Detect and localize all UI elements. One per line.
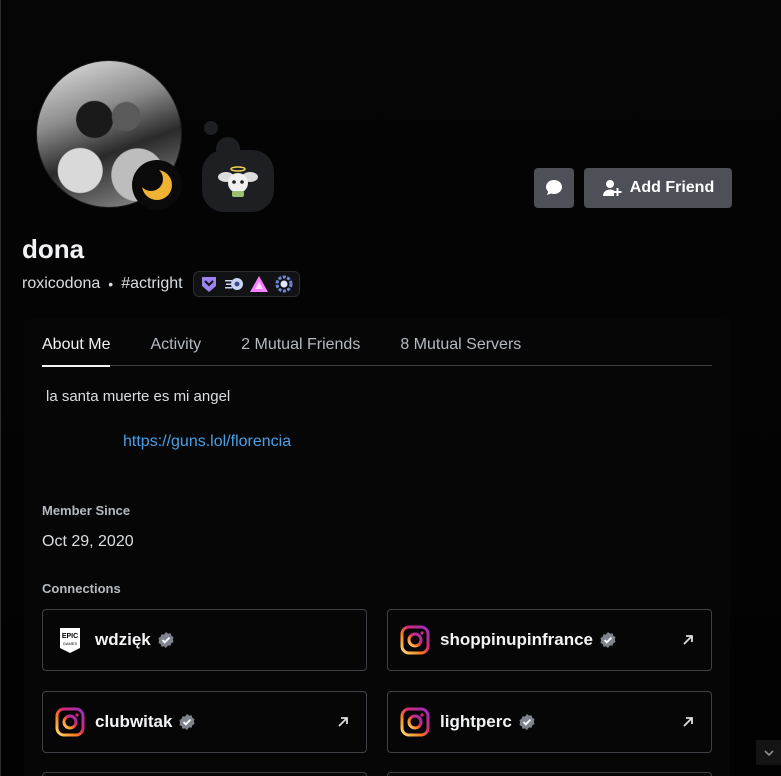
bio-link[interactable]: https://guns.lol/florencia bbox=[123, 433, 291, 451]
pink-triangle-badge-icon[interactable] bbox=[249, 274, 269, 294]
verified-icon bbox=[600, 632, 616, 648]
connection-name: wdzięk bbox=[95, 630, 151, 649]
angel-emoji-icon bbox=[218, 166, 258, 197]
tab-mutual-servers[interactable]: 8 Mutual Servers bbox=[400, 332, 521, 366]
connection-card[interactable]: shoppinupinfrance bbox=[387, 609, 712, 671]
modal-border bbox=[0, 0, 1, 776]
hypesquad-badge-icon[interactable] bbox=[199, 274, 219, 294]
verified-icon bbox=[158, 632, 174, 648]
instagram-icon bbox=[55, 707, 85, 737]
scroll-down-button[interactable] bbox=[756, 740, 781, 765]
external-link-icon[interactable] bbox=[334, 713, 352, 731]
badge-list bbox=[192, 271, 300, 297]
connection-card[interactable]: lightperc bbox=[387, 691, 712, 753]
external-link-icon[interactable] bbox=[679, 713, 697, 731]
idle-status-icon bbox=[132, 160, 182, 210]
separator-dot: • bbox=[108, 276, 114, 292]
connection-name: clubwitak bbox=[95, 712, 173, 731]
profile-tabs: About Me Activity 2 Mutual Friends 8 Mut… bbox=[42, 332, 712, 367]
connection-card-partial bbox=[42, 772, 367, 776]
connections-heading: Connections bbox=[42, 581, 121, 596]
tab-activity[interactable]: Activity bbox=[150, 332, 201, 366]
svg-text:EPIC: EPIC bbox=[62, 633, 78, 640]
username-row: roxicodona • #actright bbox=[22, 271, 300, 297]
instagram-icon bbox=[400, 625, 430, 655]
tab-mutual-friends[interactable]: 2 Mutual Friends bbox=[241, 332, 360, 366]
connection-card[interactable]: clubwitak bbox=[42, 691, 367, 753]
bio-text: la santa muerte es mi angel bbox=[46, 388, 231, 405]
add-friend-label: Add Friend bbox=[629, 179, 715, 196]
display-name: dona bbox=[22, 234, 85, 264]
connection-card[interactable]: EPIC GAMES wdzięk bbox=[42, 609, 367, 671]
username[interactable]: roxicodona bbox=[22, 275, 100, 293]
tab-about-me[interactable]: About Me bbox=[42, 332, 111, 367]
add-friend-button[interactable]: Add Friend bbox=[584, 168, 732, 208]
chat-bubble-icon bbox=[546, 180, 562, 195]
pronouns-tag: #actright bbox=[121, 275, 183, 292]
message-button[interactable] bbox=[534, 168, 574, 208]
svg-text:GAMES: GAMES bbox=[63, 641, 78, 646]
wreath-badge-icon[interactable] bbox=[274, 274, 294, 294]
chevron-down-icon bbox=[763, 749, 774, 756]
instagram-icon bbox=[400, 707, 430, 737]
verified-icon bbox=[179, 714, 195, 730]
epic-games-icon: EPIC GAMES bbox=[55, 625, 85, 655]
add-user-icon bbox=[602, 180, 622, 196]
external-link-icon[interactable] bbox=[679, 631, 697, 649]
verified-icon bbox=[519, 714, 535, 730]
connection-card-partial bbox=[387, 772, 712, 776]
speedrun-badge-icon[interactable] bbox=[224, 274, 244, 294]
member-since-heading: Member Since bbox=[42, 503, 131, 518]
connection-name: lightperc bbox=[440, 712, 512, 731]
connection-name: shoppinupinfrance bbox=[440, 630, 593, 649]
member-since-date: Oct 29, 2020 bbox=[42, 533, 134, 550]
thought-dot-small bbox=[204, 121, 218, 135]
custom-status-bubble[interactable] bbox=[202, 150, 274, 212]
